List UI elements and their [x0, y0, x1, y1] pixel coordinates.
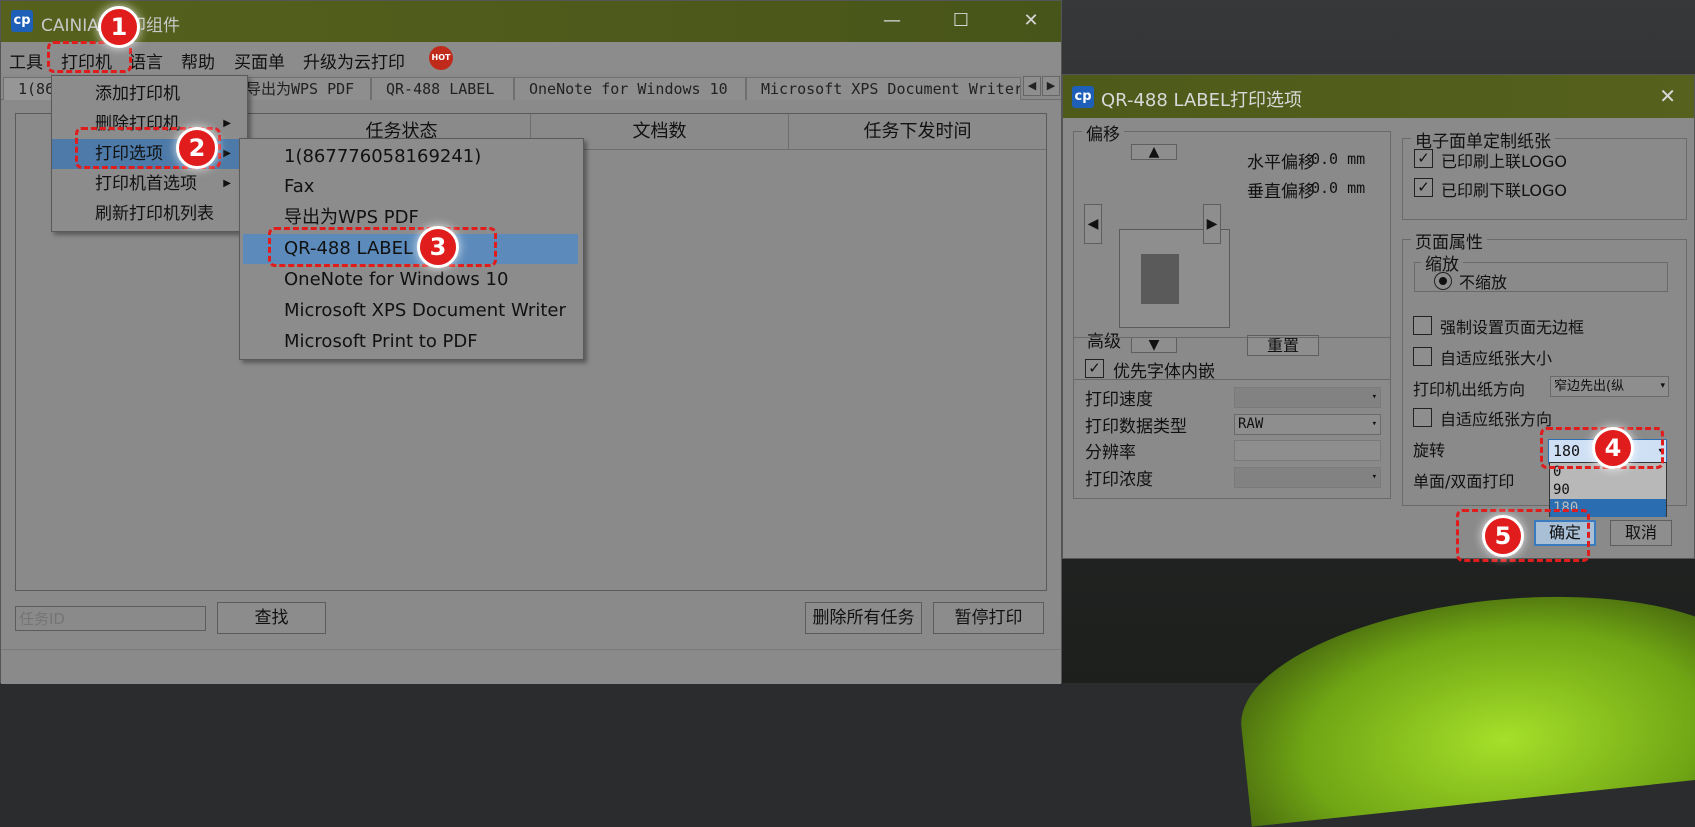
custom-paper-group: 电子面单定制纸张 ✓ 已印刷上联LOGO ✓ 已印刷下联LOGO — [1402, 127, 1687, 220]
search-button[interactable]: 查找 — [217, 602, 326, 634]
duplex-label: 单面/双面打印 — [1413, 472, 1515, 491]
h-offset-value: 0.0 mm — [1311, 150, 1366, 168]
close-button[interactable]: ✕ — [1011, 9, 1051, 33]
submenu-xps-writer[interactable]: Microsoft XPS Document Writer — [240, 296, 583, 326]
fit-paper-checkbox[interactable] — [1413, 347, 1432, 366]
submenu-arrow-icon: ▶ — [223, 118, 231, 129]
lower-logo-checkbox[interactable]: ✓ — [1414, 178, 1433, 197]
menu-printer-preferences[interactable]: 打印机首选项 ▶ — [52, 169, 247, 199]
offset-group-title: 偏移 — [1082, 120, 1124, 145]
upper-logo-checkbox[interactable]: ✓ — [1414, 149, 1433, 168]
tab-next-icon[interactable]: ▶ — [1042, 76, 1060, 96]
borderless-checkbox[interactable] — [1413, 316, 1432, 335]
h-offset-label: 水平偏移 — [1247, 153, 1315, 173]
lower-logo-label: 已印刷下联LOGO — [1441, 181, 1567, 200]
main-titlebar: cp CAINIAO打印组件 — ☐ ✕ — [1, 1, 1061, 42]
callout-3-highlight — [268, 227, 497, 267]
tab-qr488-label[interactable]: QR-488 LABEL — [371, 77, 514, 100]
menu-help[interactable]: 帮助 — [181, 48, 215, 73]
dialog-logo-icon: cp — [1072, 86, 1094, 108]
dialog-close-button[interactable]: ✕ — [1659, 84, 1676, 108]
submenu-arrow-icon: ▶ — [223, 148, 231, 159]
minimize-button[interactable]: — — [872, 9, 912, 33]
paper-out-select[interactable]: 窄边先出(纵 ▾ — [1550, 376, 1669, 397]
paper-out-label: 打印机出纸方向 — [1413, 380, 1526, 399]
advanced-frame — [1073, 337, 1391, 499]
tab-xps-writer[interactable]: Microsoft XPS Document Writer — [746, 77, 1021, 100]
offset-right-button[interactable]: ▶ — [1203, 204, 1221, 244]
menu-buy-waybill[interactable]: 买面单 — [234, 48, 285, 73]
task-id-input[interactable] — [15, 606, 206, 631]
paper-out-value: 窄边先出(纵 — [1554, 379, 1625, 394]
callout-5: 5 — [1482, 515, 1524, 557]
submenu-print-to-pdf[interactable]: Microsoft Print to PDF — [240, 327, 583, 357]
menu-tools[interactable]: 工具 — [9, 48, 43, 73]
rotate-label: 旋转 — [1413, 441, 1446, 460]
tab-prev-icon[interactable]: ◀ — [1023, 76, 1041, 96]
no-scale-radio[interactable] — [1434, 272, 1452, 290]
menu-add-printer[interactable]: 添加打印机 — [52, 79, 247, 109]
menu-refresh-printers[interactable]: 刷新打印机列表 — [52, 199, 247, 229]
fit-orientation-checkbox[interactable] — [1413, 408, 1432, 427]
fit-paper-label: 自适应纸张大小 — [1440, 349, 1553, 368]
v-offset-value: 0.0 mm — [1311, 179, 1366, 197]
offset-left-button[interactable]: ◀ — [1084, 204, 1102, 244]
app-logo-icon: cp — [11, 10, 33, 32]
dialog-title: QR-488 LABEL打印选项 — [1101, 90, 1303, 111]
offset-up-button[interactable]: ▲ — [1131, 144, 1177, 160]
offset-preview-page — [1141, 254, 1179, 304]
maximize-button[interactable]: ☐ — [941, 9, 981, 33]
borderless-label: 强制设置页面无边框 — [1440, 318, 1585, 337]
callout-4: 4 — [1592, 427, 1634, 469]
v-offset-label: 垂直偏移 — [1247, 182, 1315, 202]
menu-upgrade-cloud[interactable]: 升级为云打印 — [303, 48, 405, 73]
submenu-printer-1[interactable]: 1(867776058169241) — [240, 142, 583, 172]
dialog-titlebar: cp QR-488 LABEL打印选项 ✕ — [1063, 75, 1694, 118]
callout-2: 2 — [176, 127, 218, 169]
upper-logo-label: 已印刷上联LOGO — [1441, 152, 1567, 171]
tab-onenote[interactable]: OneNote for Windows 10 — [514, 77, 746, 100]
chevron-down-icon: ▾ — [1660, 381, 1665, 391]
submenu-arrow-icon: ▶ — [223, 178, 231, 189]
cancel-button[interactable]: 取消 — [1610, 520, 1672, 546]
callout-3: 3 — [417, 226, 459, 268]
delete-all-button[interactable]: 删除所有任务 — [805, 602, 922, 634]
pause-print-button[interactable]: 暂停打印 — [933, 602, 1044, 634]
submenu-onenote[interactable]: OneNote for Windows 10 — [240, 265, 583, 295]
scale-group: 缩放 不缩放 — [1414, 250, 1668, 292]
no-scale-label: 不缩放 — [1459, 273, 1508, 292]
menu-printer-preferences-label: 打印机首选项 — [95, 174, 197, 194]
fit-orientation-label: 自适应纸张方向 — [1440, 410, 1553, 429]
callout-1: 1 — [98, 6, 140, 48]
menu-language[interactable]: 语言 — [129, 48, 163, 73]
hot-badge-icon: HOT — [429, 46, 453, 70]
rotate-option-90[interactable]: 90 — [1550, 481, 1666, 499]
status-bar — [1, 649, 1061, 684]
column-issue-time[interactable]: 任务下发时间 — [789, 114, 1046, 150]
submenu-fax[interactable]: Fax — [240, 172, 583, 202]
menu-bar: 工具 打印机 语言 帮助 买面单 升级为云打印 — [1, 42, 1061, 74]
